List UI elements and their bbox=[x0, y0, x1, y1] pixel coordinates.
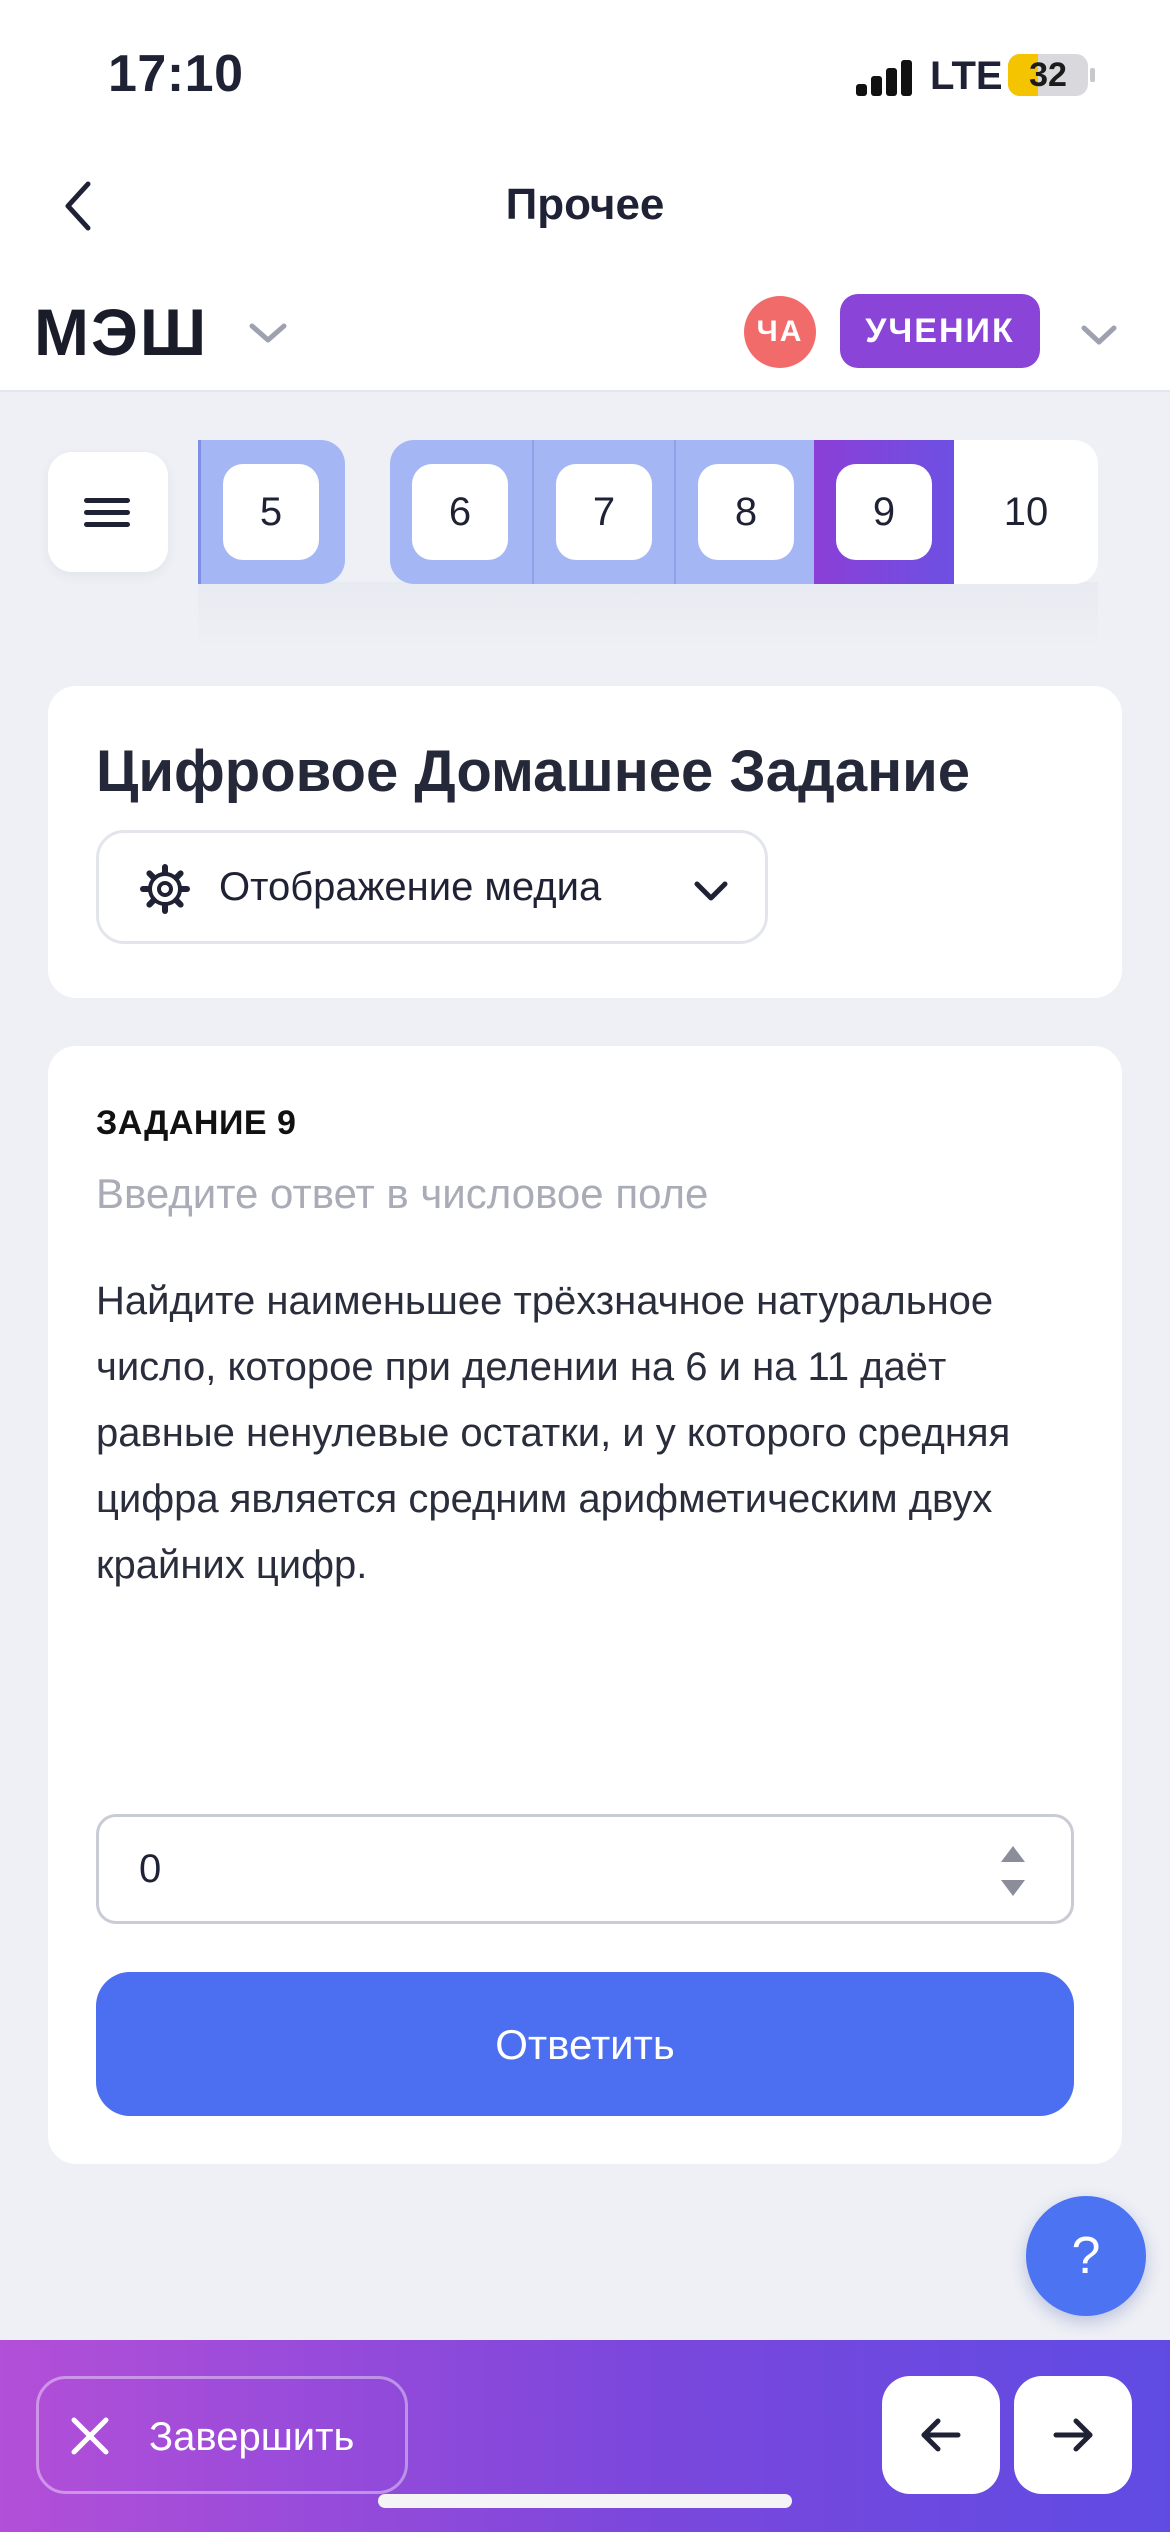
next-task-button[interactable] bbox=[1014, 2376, 1132, 2494]
media-display-label: Отображение медиа bbox=[219, 865, 602, 909]
signal-strength-icon bbox=[856, 60, 916, 96]
chevron-down-icon[interactable] bbox=[246, 318, 290, 348]
user-avatar[interactable]: ЧА bbox=[744, 296, 816, 368]
menu-icon-line bbox=[84, 510, 130, 515]
battery-icon: 32 bbox=[1008, 54, 1088, 96]
menu-button[interactable] bbox=[48, 452, 168, 572]
menu-icon-line bbox=[84, 522, 130, 527]
number-stepper-icon[interactable] bbox=[998, 1842, 1028, 1900]
close-icon bbox=[71, 2417, 109, 2455]
battery-cap bbox=[1090, 68, 1095, 82]
assignment-title: Цифровое Домашнее Задание bbox=[96, 739, 971, 804]
gear-icon bbox=[140, 864, 190, 914]
answer-number-input[interactable] bbox=[96, 1814, 1074, 1924]
task-nav-item-9-current[interactable]: 9 bbox=[814, 440, 954, 584]
assignment-card: Цифровое Домашнее Задание Отображение ме… bbox=[48, 686, 1122, 998]
task-nav-item-10[interactable]: 10 bbox=[954, 440, 1098, 584]
battery-level: 32 bbox=[1029, 56, 1067, 94]
task-text: Найдите наименьшее трёхзначное натуральн… bbox=[96, 1279, 1011, 1587]
task-nav-item-7[interactable]: 7 bbox=[532, 440, 676, 584]
arrow-right-icon bbox=[1053, 2418, 1093, 2452]
task-nav-item-6[interactable]: 6 bbox=[390, 440, 532, 584]
media-display-dropdown[interactable]: Отображение медиа bbox=[96, 830, 768, 944]
task-nav-shadow bbox=[198, 582, 1098, 652]
menu-icon-line bbox=[84, 498, 130, 503]
finish-button[interactable]: Завершить bbox=[36, 2376, 408, 2494]
task-nav-label: 9 bbox=[836, 464, 932, 560]
profile-chevron-down-icon[interactable] bbox=[1078, 320, 1120, 350]
role-badge[interactable]: УЧЕНИК bbox=[840, 294, 1040, 368]
help-button[interactable]: ? bbox=[1026, 2196, 1146, 2316]
mesh-logo[interactable]: МЭШ bbox=[34, 296, 208, 368]
home-indicator[interactable] bbox=[378, 2494, 792, 2508]
network-type: LTE bbox=[930, 54, 1003, 98]
task-hint: Введите ответ в числовое поле bbox=[96, 1170, 709, 1217]
task-nav-label: 7 bbox=[556, 464, 652, 560]
previous-task-button[interactable] bbox=[882, 2376, 1000, 2494]
submit-answer-button[interactable]: Ответить bbox=[96, 1972, 1074, 2116]
task-nav-label: 5 bbox=[223, 464, 319, 560]
status-time: 17:10 bbox=[108, 45, 244, 103]
task-nav-label: 10 bbox=[1003, 490, 1049, 534]
task-nav-item-5[interactable]: 5 bbox=[198, 440, 345, 584]
task-nav-item-8[interactable]: 8 bbox=[674, 440, 816, 584]
task-card: ЗАДАНИЕ 9 Введите ответ в числовое поле … bbox=[48, 1046, 1122, 2164]
chevron-down-icon bbox=[694, 881, 728, 901]
task-nav-label: 8 bbox=[698, 464, 794, 560]
arrow-left-icon bbox=[921, 2418, 961, 2452]
finish-label: Завершить bbox=[149, 2415, 355, 2459]
task-nav-label: 6 bbox=[412, 464, 508, 560]
page-title: Прочее bbox=[505, 180, 665, 229]
task-number: ЗАДАНИЕ 9 bbox=[96, 1104, 297, 1142]
